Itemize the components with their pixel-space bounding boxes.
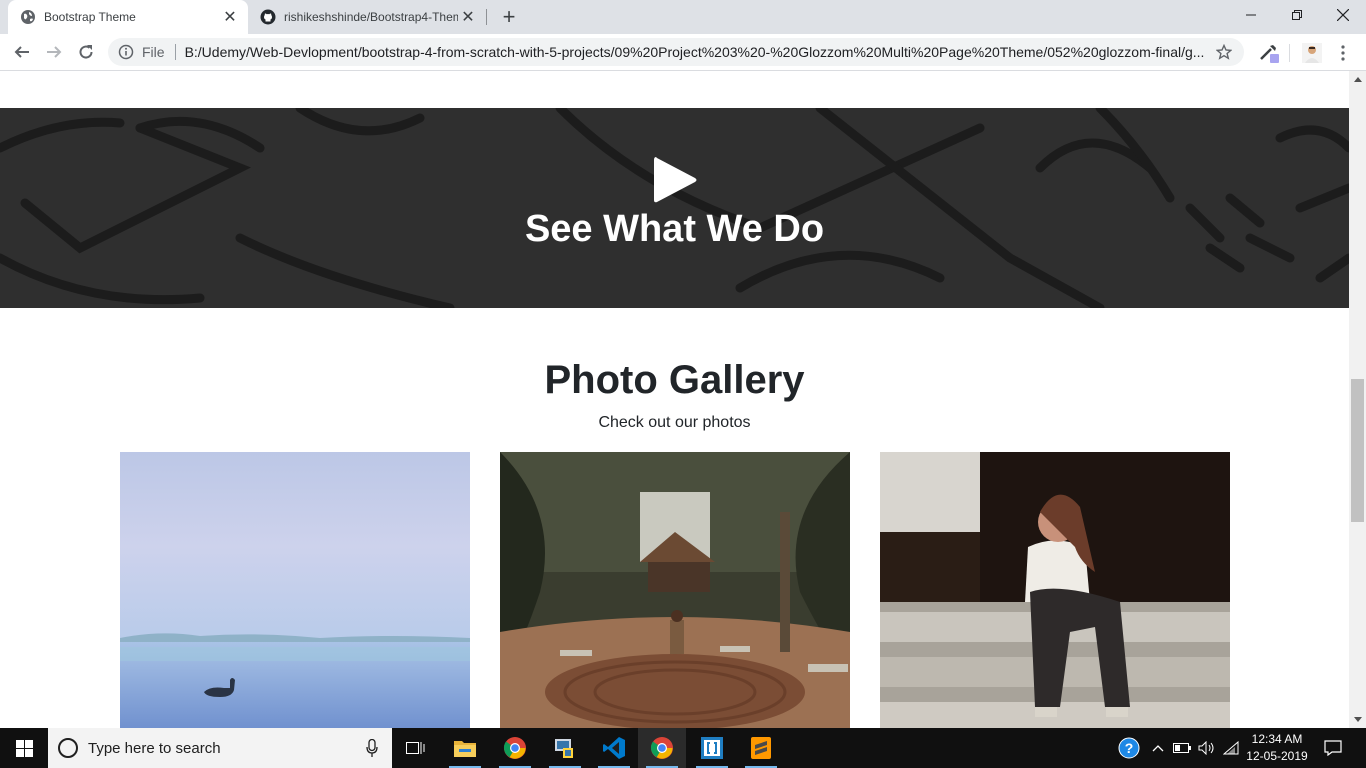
bookmark-star-icon[interactable] [1212,40,1236,64]
arrow-right-icon [47,46,62,58]
sublime-icon[interactable] [737,728,785,768]
close-icon [1337,9,1349,21]
gallery-title: Photo Gallery [544,358,805,402]
restore-icon [1292,10,1302,20]
volume-icon[interactable] [1195,728,1219,768]
arrow-left-icon [14,46,29,58]
gallery-photo-lake[interactable] [120,452,470,728]
page-scrollbar[interactable] [1349,71,1366,728]
gallery-subtitle: Check out our photos [598,414,751,431]
browser-toolbar: File B:/Udemy/Web-Devlopment/bootstrap-4… [0,34,1366,71]
close-tab-icon[interactable]: ✕ [220,7,240,27]
tab-divider [486,9,487,25]
globe-icon [20,9,36,25]
help-icon[interactable]: ? [1114,728,1144,768]
clock-date: 12-05-2019 [1246,749,1308,763]
extension-icon[interactable] [1258,42,1280,64]
profile-avatar-icon[interactable] [1301,42,1323,64]
system-clock[interactable]: 12:34 AM 12-05-2019 [1242,731,1312,765]
python-icon[interactable] [541,728,589,768]
play-icon[interactable] [652,155,698,205]
chevron-up-icon[interactable] [1148,728,1168,768]
taskbar-search-box[interactable]: Type here to search [48,728,392,768]
battery-icon[interactable] [1170,728,1194,768]
video-section: See What We Do [0,108,1349,308]
scroll-up-arrow-icon[interactable] [1349,71,1366,88]
video-section-heading: See What We Do [524,208,825,250]
tab-strip: Bootstrap Theme ✕ rishikeshshinde/Bootst… [0,0,1366,34]
notifications-icon[interactable] [1318,728,1348,768]
url-scheme-label: File [142,44,165,60]
clock-time: 12:34 AM [1251,732,1303,746]
tab-bootstrap-theme[interactable]: Bootstrap Theme ✕ [8,0,248,34]
task-view-icon[interactable] [392,728,440,768]
windows-taskbar: Type here to search ? 12:34 AM 12-05-201… [0,728,1366,768]
vscode-icon[interactable] [590,728,638,768]
forward-button[interactable] [40,38,68,66]
new-tab-button[interactable]: + [497,4,521,29]
restore-button[interactable] [1274,0,1320,30]
minimize-button[interactable] [1228,0,1274,30]
page-viewport: See What We Do Photo Gallery Check out o… [0,71,1349,728]
microphone-icon[interactable] [360,736,384,760]
github-icon [260,9,276,25]
gallery-photo-garden[interactable] [500,452,850,728]
url-text[interactable]: B:/Udemy/Web-Devlopment/bootstrap-4-from… [185,44,1212,60]
address-divider [174,44,176,60]
brackets-icon[interactable] [688,728,736,768]
file-explorer-icon[interactable] [441,728,489,768]
chrome-icon[interactable] [491,728,539,768]
wifi-icon[interactable] [1220,728,1242,768]
reload-icon [79,45,93,59]
tab-github[interactable]: rishikeshshinde/Bootstrap4-Them ✕ [248,0,486,34]
close-window-button[interactable] [1320,0,1366,30]
menu-kebab-icon[interactable] [1332,42,1354,64]
toolbar-divider [1289,44,1290,62]
search-placeholder: Type here to search [88,739,221,757]
cortana-icon [58,738,78,758]
gallery-photo-steps[interactable] [880,452,1230,728]
minimize-icon [1246,14,1256,16]
chrome-icon[interactable] [638,728,686,768]
info-icon[interactable] [118,44,134,60]
back-button[interactable] [8,38,36,66]
start-button[interactable] [0,728,48,768]
scroll-down-arrow-icon[interactable] [1349,711,1366,728]
reload-button[interactable] [72,38,100,66]
svg-text:?: ? [1125,740,1134,756]
windows-logo-icon [15,739,33,757]
close-tab-icon[interactable]: ✕ [458,7,478,27]
scrollbar-thumb[interactable] [1351,379,1364,522]
tab-title: rishikeshshinde/Bootstrap4-Them [284,10,458,24]
tab-title: Bootstrap Theme [44,10,136,24]
address-bar[interactable]: File B:/Udemy/Web-Devlopment/bootstrap-4… [108,38,1244,66]
